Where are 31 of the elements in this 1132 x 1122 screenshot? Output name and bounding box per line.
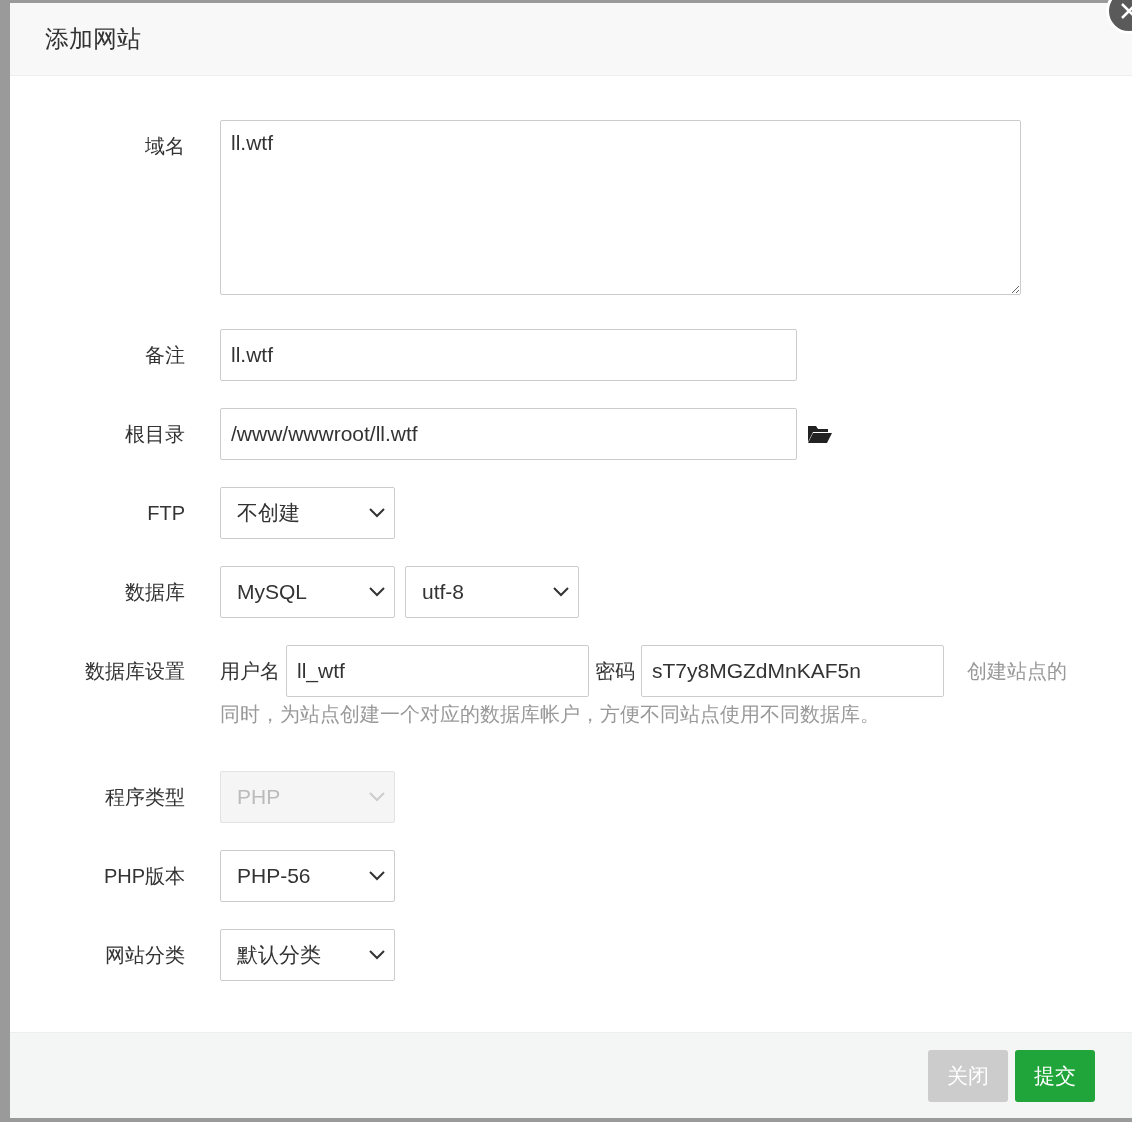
field-label: FTP (146, 501, 185, 526)
chevron-down-icon (552, 586, 570, 598)
dialog-title: 添加网站 (45, 24, 141, 54)
field-label: 程序类型 (104, 785, 185, 810)
username-label: 用户名 (220, 658, 280, 684)
field-label: PHP版本 (102, 864, 185, 889)
select-field[interactable]: 默认分类 (220, 929, 395, 981)
field-label: 数据库设置 (84, 659, 185, 684)
chevron-down-icon (368, 791, 386, 803)
field-label: 根目录 (124, 422, 185, 447)
select-field[interactable]: PHP-56 (220, 850, 395, 902)
domain-textarea[interactable]: ll.wtf (220, 120, 1021, 295)
chevron-down-icon (368, 870, 386, 882)
field-label: 备注 (144, 343, 185, 368)
select-field[interactable]: 不创建 (220, 487, 395, 539)
input-field[interactable]: /www/wwwroot/ll.wtf (220, 408, 797, 460)
password-field[interactable]: sT7y8MGZdMnKAF5n (641, 645, 944, 697)
field-label: 网站分类 (104, 943, 185, 968)
hint-text: 创建站点的 (967, 658, 1067, 684)
select-field[interactable]: utf-8 (405, 566, 579, 618)
chevron-down-icon (368, 586, 386, 598)
field-label: 数据库 (124, 580, 185, 605)
username-field[interactable]: ll_wtf (286, 645, 589, 697)
field-label: 域名 (144, 134, 185, 159)
folder-icon[interactable] (807, 424, 833, 444)
input-field[interactable]: ll.wtf (220, 329, 797, 381)
select-field[interactable]: MySQL (220, 566, 395, 618)
hint-text: 同时，为站点创建一个对应的数据库帐户，方便不同站点使用不同数据库。 (220, 702, 880, 727)
chevron-down-icon (368, 507, 386, 519)
password-label: 密码 (595, 658, 635, 684)
chevron-down-icon (368, 949, 386, 961)
